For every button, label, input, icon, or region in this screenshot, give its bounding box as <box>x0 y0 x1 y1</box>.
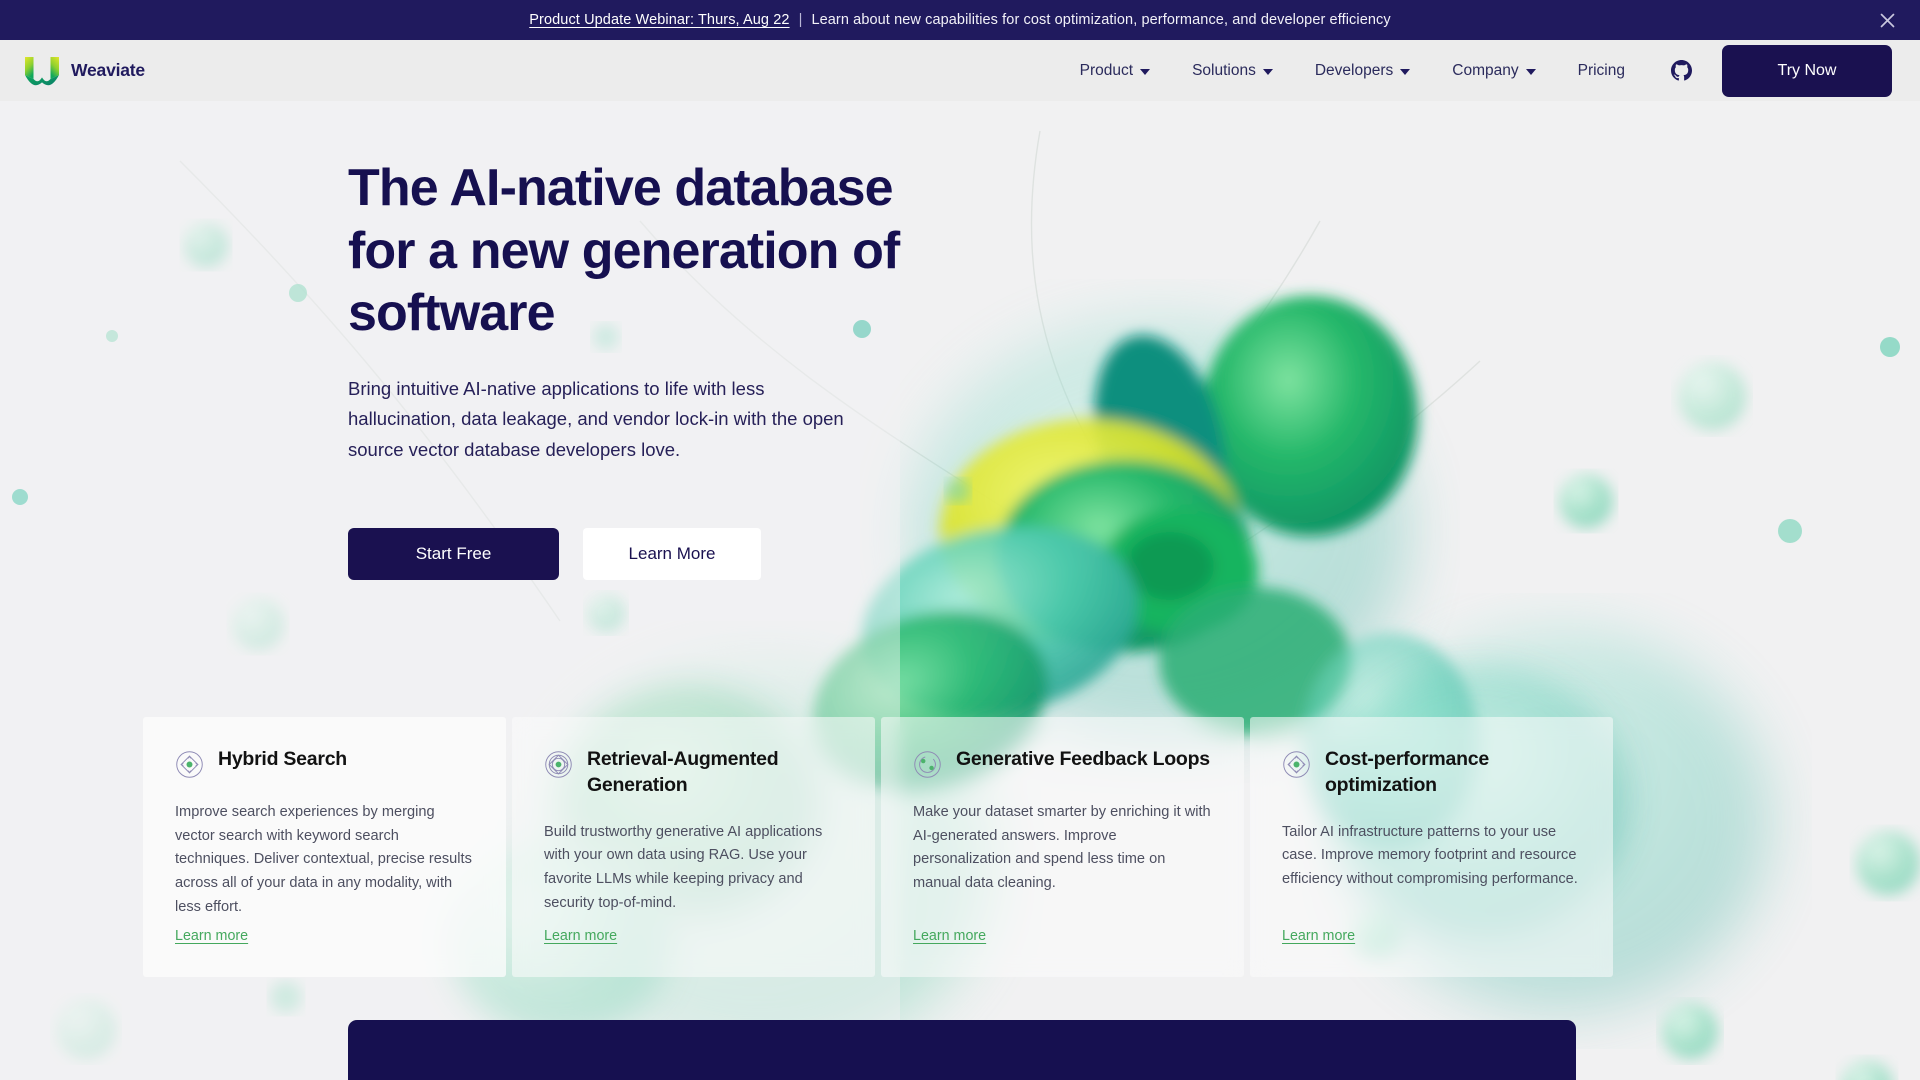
feature-card-title: Retrieval-Augmented Generation <box>587 748 779 796</box>
feature-card-learn-more-link[interactable]: Learn more <box>913 928 986 944</box>
nav-item-product[interactable]: Product <box>1059 62 1171 80</box>
announcement-banner-separator: | <box>798 12 803 28</box>
hero-content: The AI-native database for a new generat… <box>348 157 968 580</box>
hybrid-search-icon <box>175 750 204 779</box>
weaviate-logo-icon <box>24 55 60 87</box>
nav-item-pricing[interactable]: Pricing <box>1557 62 1646 80</box>
feature-card-title: Hybrid Search <box>218 748 347 770</box>
primary-navigation: Product Solutions Developers Company Pri… <box>1059 44 1892 97</box>
nav-item-solutions[interactable]: Solutions <box>1171 62 1294 80</box>
nav-item-developers[interactable]: Developers <box>1294 62 1431 80</box>
retrieval-augmented-generation-icon <box>544 750 573 779</box>
chevron-down-icon <box>1140 68 1151 75</box>
chevron-down-icon <box>1400 68 1411 75</box>
feature-card-list: Hybrid Search Improve search experiences… <box>143 717 1613 977</box>
close-icon[interactable] <box>1876 9 1898 31</box>
announcement-banner-content: Product Update Webinar: Thurs, Aug 22 | … <box>529 12 1390 28</box>
logo[interactable]: Weaviate <box>24 55 145 87</box>
learn-more-button[interactable]: Learn More <box>583 527 761 580</box>
nav-item-product-label: Product <box>1079 61 1134 79</box>
github-icon[interactable] <box>1670 60 1692 82</box>
nav-item-company[interactable]: Company <box>1431 62 1556 80</box>
chevron-down-icon <box>1525 68 1536 75</box>
feature-card-body: Build trustworthy generative AI applicat… <box>544 823 823 911</box>
feature-card-body: Tailor AI infrastructure patterns to you… <box>1282 823 1578 888</box>
site-header: Weaviate Product Solutions Developers Co… <box>0 40 1920 101</box>
logo-text: Weaviate <box>71 60 145 80</box>
feature-card-learn-more-link[interactable]: Learn more <box>1282 928 1355 944</box>
feature-card-cost-performance-optimization[interactable]: Cost-performance optimization Tailor AI … <box>1250 717 1613 977</box>
chevron-down-icon <box>1262 68 1273 75</box>
nav-item-company-label: Company <box>1452 61 1519 79</box>
feature-card-hybrid-search[interactable]: Hybrid Search Improve search experiences… <box>143 717 506 977</box>
nav-item-developers-label: Developers <box>1314 61 1394 79</box>
feature-card-learn-more-link[interactable]: Learn more <box>175 928 248 944</box>
feature-card-header: Generative Feedback Loops <box>913 747 1212 779</box>
deployment-diagram: DEPLOYMENT Serverless Cloud Enterprise C… <box>1008 1020 1568 1080</box>
feature-card-body: Make your dataset smarter by enriching i… <box>913 804 1211 891</box>
empower-developers-panel: Empower every developer to DEPLOYMENT <box>348 1020 1576 1080</box>
feature-card-header: Hybrid Search <box>175 747 474 779</box>
feature-card-title: Generative Feedback Loops <box>956 748 1210 770</box>
feature-card-learn-more-link[interactable]: Learn more <box>544 928 617 944</box>
hero-actions: Start Free Learn More <box>348 527 968 580</box>
nav-item-pricing-label: Pricing <box>1577 61 1625 79</box>
hero-section: The AI-native database for a new generat… <box>0 101 1920 1080</box>
hero-title: The AI-native database for a new generat… <box>348 159 900 343</box>
hero-subtitle: Bring intuitive AI-native applications t… <box>348 377 844 460</box>
feature-card-body: Improve search experiences by merging ve… <box>175 804 472 915</box>
announcement-banner-link[interactable]: Product Update Webinar: Thurs, Aug 22 <box>529 12 789 28</box>
feature-card-title: Cost-performance optimization <box>1325 748 1489 796</box>
start-free-button[interactable]: Start Free <box>348 527 559 580</box>
feature-card-header: Retrieval-Augmented Generation <box>544 747 843 799</box>
announcement-banner: Product Update Webinar: Thurs, Aug 22 | … <box>0 0 1920 40</box>
feature-card-generative-feedback-loops[interactable]: Generative Feedback Loops Make your data… <box>881 717 1244 977</box>
feature-card-header: Cost-performance optimization <box>1282 747 1581 799</box>
generative-feedback-loops-icon <box>913 750 942 779</box>
announcement-banner-message: Learn about new capabilities for cost op… <box>811 12 1391 28</box>
try-now-button[interactable]: Try Now <box>1722 44 1892 97</box>
cost-performance-optimization-icon <box>1282 750 1311 779</box>
nav-item-solutions-label: Solutions <box>1192 61 1256 79</box>
feature-card-retrieval-augmented-generation[interactable]: Retrieval-Augmented Generation Build tru… <box>512 717 875 977</box>
